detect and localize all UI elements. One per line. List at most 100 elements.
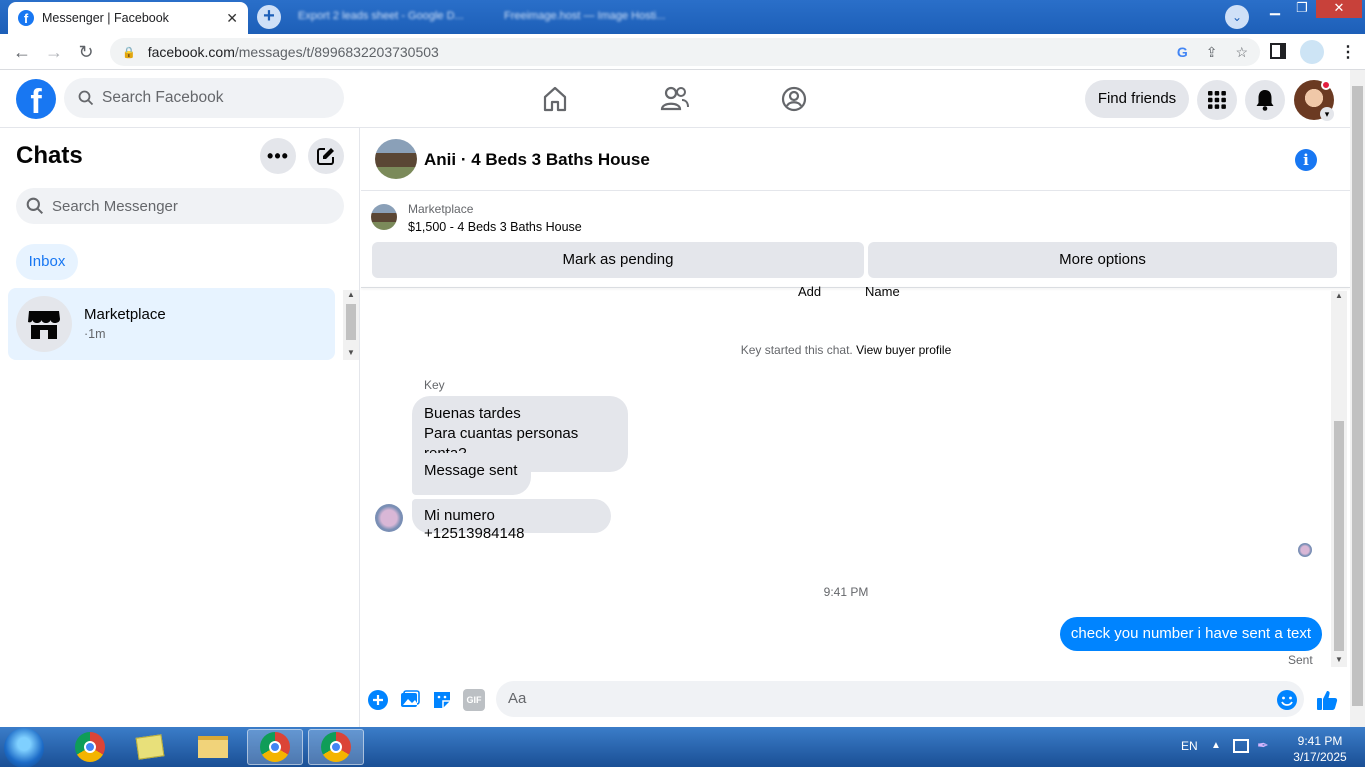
chevron-down-icon[interactable]: ▾ <box>1320 107 1334 121</box>
incoming-message[interactable]: Message sent <box>412 453 531 495</box>
photo-icon[interactable] <box>399 689 421 711</box>
facebook-favicon-icon: f <box>18 10 34 26</box>
browser-menu-icon[interactable]: ⋮ <box>1340 42 1356 62</box>
conversation-item[interactable]: Marketplace ·1m <box>8 288 335 360</box>
gif-icon[interactable]: GIF <box>463 689 485 711</box>
messenger-search-input[interactable]: Search Messenger <box>16 188 344 224</box>
marketplace-avatar <box>16 296 72 352</box>
incoming-message[interactable]: Mi numero +12513984148 <box>412 499 611 542</box>
scrollbar-thumb[interactable] <box>1334 421 1344 651</box>
minimize-button[interactable]: ▁ <box>1262 0 1288 18</box>
menu-grid-button[interactable] <box>1197 80 1237 120</box>
close-tab-icon[interactable]: ✕ <box>226 10 238 27</box>
groups-icon[interactable] <box>779 84 809 114</box>
sender-name: Key <box>424 378 445 392</box>
scroll-up-arrow-icon[interactable]: ▲ <box>1331 291 1347 300</box>
language-indicator[interactable]: EN <box>1181 739 1198 753</box>
sticky-notes-icon <box>135 734 165 760</box>
chat-scrollbar[interactable]: ▲ ▼ <box>1331 291 1347 667</box>
new-message-button[interactable] <box>308 138 344 174</box>
find-friends-button[interactable]: Find friends <box>1085 80 1189 118</box>
tab-search-chevron-icon[interactable]: ⌄ <box>1225 5 1249 29</box>
message-line: Buenas tardes <box>424 405 521 422</box>
conversation-time: ·1m <box>84 327 106 341</box>
message-input[interactable]: Aa <box>496 681 1304 717</box>
forward-arrow-icon[interactable]: → <box>44 42 64 62</box>
message-timestamp: 9:41 PM <box>823 585 869 599</box>
listing-thumbnail[interactable] <box>375 139 417 179</box>
tab-title: Messenger | Facebook <box>42 11 169 25</box>
scrollbar-thumb[interactable] <box>346 304 356 340</box>
home-icon[interactable] <box>540 84 570 114</box>
sent-status: Sent <box>1288 653 1313 667</box>
close-window-button[interactable]: ✕ <box>1316 0 1362 18</box>
url-domain: facebook.com <box>147 44 235 60</box>
tab-freeimage[interactable]: Freeimage.host — Image Hosti... <box>496 6 726 28</box>
grid-icon <box>1208 91 1226 109</box>
sidebar-scrollbar[interactable]: ▲ ▼ <box>343 290 359 360</box>
seen-indicator-avatar <box>1298 543 1312 557</box>
bookmark-star-icon[interactable]: ☆ <box>1235 44 1248 61</box>
share-icon[interactable]: ⇪ <box>1206 44 1218 61</box>
scroll-down-arrow-icon[interactable]: ▼ <box>1331 655 1347 664</box>
google-icon[interactable]: G <box>1177 44 1188 60</box>
scroll-down-arrow-icon[interactable]: ▼ <box>343 348 359 357</box>
tab-messenger[interactable]: f Messenger | Facebook ✕ <box>8 2 248 34</box>
chrome-icon <box>321 732 351 762</box>
facebook-search-input[interactable]: Search Facebook <box>64 78 344 118</box>
reload-icon[interactable]: ↻ <box>76 42 96 62</box>
chat-options-button[interactable]: ••• <box>260 138 296 174</box>
clock-date: 3/17/2025 <box>1293 750 1347 764</box>
divider <box>361 287 1350 288</box>
chat-title[interactable]: Anii · 4 Beds 3 Baths House <box>424 150 650 170</box>
emoji-icon[interactable] <box>1276 689 1298 711</box>
marketplace-store-icon <box>28 311 60 339</box>
url-bar[interactable]: 🔒 facebook.com/messages/t/89968322037305… <box>110 38 1260 66</box>
chrome-icon <box>75 732 105 762</box>
windows-taskbar: EN ▲ ✒ 9:41 PM 3/17/2025 <box>0 727 1365 767</box>
url-path: /messages/t/8996832203730503 <box>234 44 439 60</box>
profile-icon[interactable] <box>1300 40 1324 64</box>
tray-expand-icon[interactable]: ▲ <box>1211 740 1221 751</box>
pen-icon[interactable]: ✒ <box>1257 737 1269 754</box>
notifications-button[interactable] <box>1245 80 1285 120</box>
partial-text: Name <box>865 284 900 299</box>
taskbar-chrome[interactable] <box>62 729 118 765</box>
info-icon[interactable]: i <box>1295 149 1317 171</box>
mark-as-pending-button[interactable]: Mark as pending <box>372 242 864 278</box>
taskbar-notes[interactable] <box>122 729 178 765</box>
bell-icon <box>1256 90 1274 111</box>
taskbar-chrome-window[interactable] <box>247 729 303 765</box>
friends-icon[interactable] <box>660 84 690 114</box>
start-button[interactable] <box>4 728 44 767</box>
maximize-button[interactable]: ❐ <box>1289 0 1315 18</box>
facebook-logo-icon[interactable]: f <box>16 79 56 119</box>
listing-title[interactable]: $1,500 - 4 Beds 3 Baths House <box>408 220 582 234</box>
compose-icon <box>317 148 334 165</box>
started-text: Key started this chat. <box>740 343 853 357</box>
page-scrollbar[interactable] <box>1350 70 1365 727</box>
new-tab-button[interactable]: + <box>257 5 281 29</box>
search-icon <box>78 90 94 106</box>
sticker-icon[interactable] <box>431 689 453 711</box>
network-icon[interactable] <box>1233 739 1249 753</box>
outgoing-message[interactable]: check you number i have sent a text <box>1060 617 1322 651</box>
plus-circle-icon[interactable] <box>367 689 389 711</box>
taskbar-explorer[interactable] <box>185 729 241 765</box>
listing-small-thumbnail[interactable] <box>371 204 397 230</box>
sender-avatar[interactable] <box>375 504 403 532</box>
side-panel-icon[interactable] <box>1270 43 1286 59</box>
more-options-button[interactable]: More options <box>868 242 1337 278</box>
view-buyer-profile-link[interactable]: View buyer profile <box>856 343 951 357</box>
tab-google-sheets[interactable]: Export 2 leads sheet - Google D... <box>290 6 490 28</box>
scroll-up-arrow-icon[interactable]: ▲ <box>343 290 359 299</box>
folder-icon <box>198 736 228 758</box>
chat-started-notice: Key started this chat. View buyer profil… <box>361 343 1331 357</box>
chat-panel: Anii · 4 Beds 3 Baths House i Marketplac… <box>361 128 1350 727</box>
taskbar-chrome-window[interactable] <box>308 729 364 765</box>
back-arrow-icon[interactable]: ← <box>12 42 32 62</box>
scrollbar-thumb[interactable] <box>1352 86 1363 706</box>
clock[interactable]: 9:41 PM 3/17/2025 <box>1285 733 1355 765</box>
inbox-tab[interactable]: Inbox <box>16 244 78 280</box>
thumbs-up-icon[interactable] <box>1316 689 1338 711</box>
